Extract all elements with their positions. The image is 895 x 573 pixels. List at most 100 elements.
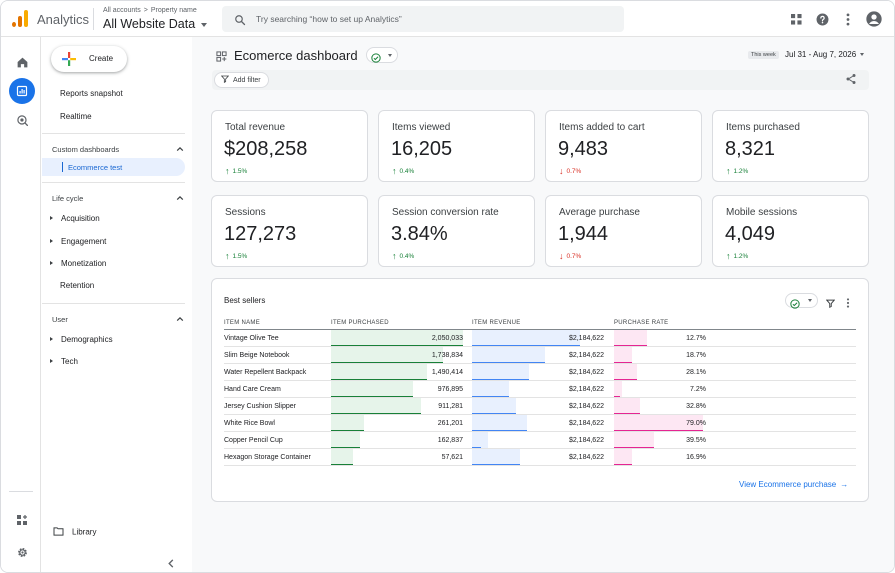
date-range-text: Jul 31 - Aug 7, 2026 [785,50,857,59]
cell-value: 1,738,834 [431,352,463,359]
nav-tech[interactable]: Tech [50,357,78,366]
customize-icon[interactable] [9,507,35,533]
chevron-left-icon[interactable] [167,555,175,572]
kpi-label: Sessions [225,207,266,218]
date-badge: This week [748,51,779,59]
add-filter-button[interactable]: Add filter [214,72,269,88]
column-header-purchase-rate[interactable]: PURCHASE RATE [614,320,668,326]
cell-item-purchased: 1,490,414 [331,364,467,381]
search-icon [234,13,246,31]
account-icon[interactable] [866,11,882,27]
kpi-card[interactable]: Mobile sessions 4,049 ↑ 1.2% [712,195,869,267]
date-range-picker[interactable]: Jul 31 - Aug 7, 2026 [785,50,865,59]
cell-value: 39.5% [686,437,706,444]
nav-acquisition[interactable]: Acquisition [50,214,100,223]
share-icon[interactable] [845,72,857,90]
column-header-item-name[interactable]: ITEM NAME [224,320,260,326]
cell-purchase-rate: 7.2% [614,381,710,398]
settings-icon[interactable] [9,539,35,565]
kpi-change: ↑ 1.2% [726,250,748,261]
nav-heading-user[interactable]: User [52,315,184,324]
arrow-up-icon: ↑ [726,166,731,176]
nav-library[interactable]: Library [53,527,96,538]
kpi-card[interactable]: Items viewed 16,205 ↑ 0.4% [378,110,535,182]
bar-fill [614,361,632,363]
table-row[interactable]: Copper Pencil Cup 162,837 $2,184,622 39.5% [224,432,856,449]
nav-realtime[interactable]: Realtime [60,112,92,121]
filter-bar: Add filter [212,70,869,90]
nav-heading-life-cycle[interactable]: Life cycle [52,194,184,203]
cell-item-purchased: 2,050,033 [331,330,467,347]
kpi-change-value: 0.4% [399,168,415,175]
column-header-item-revenue[interactable]: ITEM REVENUE [472,320,521,326]
cell-value: $2,184,622 [568,454,604,461]
breadcrumb[interactable]: All accounts > Property name [103,7,197,14]
table-row[interactable]: Hand Care Cream 976,895 $2,184,622 7.2% [224,381,856,398]
bar-fill [472,344,580,346]
nav-monetization[interactable]: Monetization [50,259,106,268]
cell-item-name: Vintage Olive Tee [224,335,279,342]
help-icon[interactable] [814,11,830,27]
more-vert-icon[interactable] [846,295,850,313]
filter-icon[interactable] [825,295,836,313]
breadcrumb-property[interactable]: Property name [151,7,197,14]
cell-value: 2,050,033 [431,335,463,342]
cell-value: 28.1% [686,369,706,376]
dashboard-title: Ecomerce dashboard [234,48,358,63]
cell-value: 12.7% [686,335,706,342]
kpi-change-value: 1.5% [232,253,248,260]
kpi-label: Average purchase [559,207,640,218]
cell-value: $2,184,622 [568,369,604,376]
table-row[interactable]: Jersey Cushion Slipper 911,281 $2,184,622 3… [224,398,856,415]
rail-divider [9,491,33,492]
user-heading: User [52,315,68,324]
nav-divider [42,133,185,134]
kpi-change: ↑ 1.5% [225,250,248,261]
breadcrumb-separator: > [143,7,148,14]
table-row[interactable]: Vintage Olive Tee 2,050,033 $2,184,622 12.7… [224,330,856,347]
kpi-card[interactable]: Sessions 127,273 ↑ 1.5% [211,195,368,267]
home-icon[interactable] [9,49,35,75]
bar-fill [472,463,520,465]
apps-grid-icon[interactable] [788,11,804,27]
cell-value: 57,621 [441,454,463,461]
cell-item-revenue: $2,184,622 [472,347,608,364]
explore-icon[interactable] [9,107,35,133]
bar-fill [472,395,509,397]
kpi-label: Total revenue [225,122,286,133]
view-ecommerce-purchase-link[interactable]: View Ecommerce purchase → [739,480,848,489]
breadcrumb-accounts[interactable]: All accounts [103,7,141,14]
table-row[interactable]: Slim Beige Notebook 1,738,834 $2,184,622 18… [224,347,856,364]
status-dropdown[interactable] [366,47,398,63]
kpi-label: Items viewed [392,122,451,133]
kpi-value: 9,483 [558,138,609,160]
kpi-card[interactable]: Items added to cart 9,483 ↓ 0.7% [545,110,702,182]
best-sellers-status-dropdown[interactable] [785,293,818,309]
cell-value: 911,281 [438,403,463,410]
nav-retention[interactable]: Retention [60,281,94,290]
cell-item-name: White Rice Bowl [224,420,275,427]
kpi-card[interactable]: Session conversion rate 3.84% ↑ 0.4% [378,195,535,267]
property-selector[interactable]: All Website Data [103,17,208,31]
table-row[interactable]: Hexagon Storage Container 57,621 $2,184,62… [224,449,856,466]
nav-heading-custom-dashboards[interactable]: Custom dashboards [52,145,184,154]
bar-fill [614,446,654,448]
column-header-item-purchased[interactable]: ITEM PURCHASED [331,320,389,326]
cell-item-revenue: $2,184,622 [472,432,608,449]
kpi-card[interactable]: Total revenue $208,258 ↑ 1.5% [211,110,368,182]
nav-ecommerce-test[interactable]: Ecommerce test [42,158,185,176]
arrow-down-icon: ↓ [559,251,564,261]
reports-icon[interactable] [9,78,35,104]
nav-demographics[interactable]: Demographics [50,335,113,344]
kpi-card[interactable]: Average purchase 1,944 ↓ 0.7% [545,195,702,267]
create-button[interactable]: Create [51,46,127,72]
search-bar[interactable]: Try searching “how to set up Analytics” [222,6,624,32]
cell-value: 261,201 [437,420,463,427]
kpi-card[interactable]: Items purchased 8,321 ↑ 1.2% [712,110,869,182]
nav-reports-snapshot[interactable]: Reports snapshot [60,89,123,98]
nav-engagement[interactable]: Engagement [50,237,106,246]
table-row[interactable]: Water Repellent Backpack 1,490,414 $2,184,… [224,364,856,381]
caret-down-icon [388,54,392,57]
more-vert-icon[interactable] [840,11,856,27]
table-row[interactable]: White Rice Bowl 261,201 $2,184,622 79.0% [224,415,856,432]
